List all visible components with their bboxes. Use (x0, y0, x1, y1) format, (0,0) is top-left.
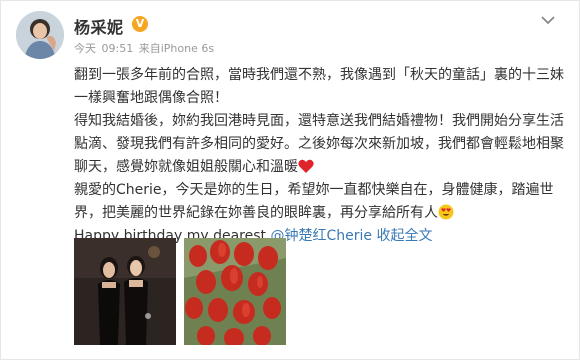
collapse-text-link[interactable]: 收起全文 (372, 228, 432, 244)
post-line: 聊天，感覺妳就像姐姐般關心和溫暖 (74, 159, 298, 175)
post-line: 親愛的Cherie，今天是妳的生日，希望妳一直都快樂自在，身體健康，踏遍世 (74, 182, 554, 198)
post-line: 翻到一張多年前的合照，當時我們還不熟，我像遇到「秋天的童話」裏的十三妹 (74, 67, 564, 83)
username[interactable]: 杨采妮 (74, 14, 124, 38)
post-line: 點滴、發現我們有許多相同的愛好。之後妳每次來新加坡，我們都會輕鬆地相聚 (74, 136, 564, 152)
post-photo-2[interactable] (184, 238, 286, 345)
post-line: 一樣興奮地跟偶像合照！ (74, 90, 228, 106)
post-time[interactable]: 09:51 (102, 42, 134, 55)
post-line: 界，把美麗的世界紀錄在妳善良的眼眸裏，再分享給所有人 (74, 205, 438, 221)
post-date: 今天 (74, 42, 96, 55)
chevron-down-icon[interactable] (540, 14, 556, 26)
heart-eyes-emoji-icon (438, 204, 454, 220)
post-meta: 今天 09:51 来自iPhone 6s (74, 40, 216, 56)
post-line-with-emoji: 界，把美麗的世界紀錄在妳善良的眼眸裏，再分享給所有人 (74, 202, 554, 225)
verified-badge-icon: V (132, 16, 148, 32)
avatar[interactable] (16, 11, 64, 59)
post-text: 翻到一張多年前的合照，當時我們還不熟，我像遇到「秋天的童話」裏的十三妹 一樣興奮… (74, 64, 564, 248)
post-line-with-heart: 聊天，感覺妳就像姐姐般關心和溫暖 (74, 156, 554, 179)
post-source: 来自iPhone 6s (138, 42, 215, 55)
post-line: 得知我結婚後，妳約我回港時見面，還特意送我們結婚禮物！我們開始分享生活 (74, 113, 564, 129)
heart-emoji-icon (298, 159, 314, 173)
post-photo-1[interactable] (74, 238, 176, 345)
